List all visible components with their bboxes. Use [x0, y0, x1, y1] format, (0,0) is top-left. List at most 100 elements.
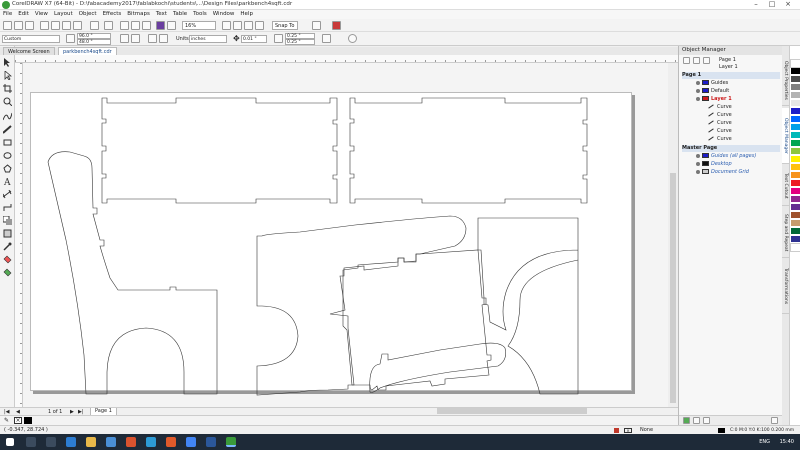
outline-color-swatch: [718, 428, 725, 433]
word-icon[interactable]: [206, 437, 216, 447]
color-palette: [789, 46, 800, 425]
layer-color-swatch: [702, 169, 709, 174]
palette-swatch[interactable]: [791, 84, 800, 91]
layer-color-swatch: [702, 153, 709, 158]
palette-swatch[interactable]: [791, 140, 800, 147]
start-button-icon[interactable]: [6, 438, 14, 446]
clock[interactable]: 15:40: [780, 434, 794, 450]
visibility-icon[interactable]: [696, 169, 700, 174]
tree-row-guides[interactable]: Guides: [682, 80, 780, 87]
palette-swatch[interactable]: [791, 188, 800, 195]
palette-swatch[interactable]: [791, 156, 800, 163]
layer-color-swatch: [702, 161, 709, 166]
palette-swatch[interactable]: [790, 59, 800, 68]
store-icon[interactable]: [106, 437, 116, 447]
eyedropper-icon[interactable]: ✎: [4, 417, 12, 424]
visibility-icon[interactable]: [696, 161, 700, 166]
palette-swatch[interactable]: [791, 92, 800, 99]
new-layer-icon[interactable]: [683, 417, 690, 424]
tab-object-properties[interactable]: Object Properties: [782, 56, 789, 106]
curve-icon: [708, 120, 714, 125]
palette-swatch[interactable]: [791, 236, 800, 243]
black-swatch[interactable]: [24, 417, 32, 424]
docker-side-tabs: Object Properties Object Manager Text Cu…: [782, 46, 789, 425]
horizontal-scroll-thumb[interactable]: [437, 408, 587, 414]
curve-icon: [708, 112, 714, 117]
search-icon[interactable]: [26, 437, 36, 447]
palette-swatch[interactable]: [791, 76, 800, 83]
document-palette-bar: ✎ ×: [0, 415, 678, 425]
palette-swatch[interactable]: [791, 172, 800, 179]
docker-options-icon[interactable]: [683, 57, 690, 64]
palette-swatch[interactable]: [790, 243, 800, 252]
curve-icon: [708, 128, 714, 133]
palette-swatch[interactable]: [791, 196, 800, 203]
palette-swatch[interactable]: [791, 108, 800, 115]
tree-row-desktop[interactable]: Desktop: [682, 161, 780, 168]
tree-row-document-grid[interactable]: Document Grid: [682, 169, 780, 176]
app-icon-blue[interactable]: [146, 437, 156, 447]
visibility-icon[interactable]: [696, 88, 700, 93]
visibility-icon[interactable]: [696, 153, 700, 158]
task-view-icon[interactable]: [46, 437, 56, 447]
tree-row-curve[interactable]: Curve: [682, 104, 780, 111]
vertical-scrollbar[interactable]: [668, 63, 678, 407]
bench-backrest-panel: [342, 249, 492, 391]
coreldraw-taskbar-icon[interactable]: [226, 437, 236, 447]
tree-row-master-page[interactable]: Master Page: [682, 145, 780, 152]
no-color-swatch[interactable]: ×: [14, 417, 22, 424]
app-icon-red[interactable]: [126, 437, 136, 447]
object-manager-docker: Object Manager Page 1 Layer 1 Page 1 Guid…: [678, 46, 783, 425]
palette-swatch[interactable]: [791, 228, 800, 235]
tree-row-curve[interactable]: Curve: [682, 120, 780, 127]
palette-swatch[interactable]: [791, 220, 800, 227]
palette-swatch[interactable]: [791, 68, 800, 75]
tree-row-curve[interactable]: Curve: [682, 136, 780, 143]
palette-swatch[interactable]: [791, 116, 800, 123]
palette-swatch[interactable]: [791, 132, 800, 139]
firefox-icon[interactable]: [166, 437, 176, 447]
layer-color-swatch: [702, 88, 709, 93]
tree-row-curve[interactable]: Curve: [682, 128, 780, 135]
palette-swatch[interactable]: [791, 204, 800, 211]
tab-text-cutout[interactable]: Text Cutout: [782, 166, 789, 206]
fill-indicator-icon: [614, 428, 619, 433]
edge-browser-icon[interactable]: [66, 437, 76, 447]
status-bar: ( -0.347, 28.724 ) × None C:0 M:0 Y:0 K:…: [0, 425, 800, 434]
edit-across-layers-icon[interactable]: [703, 57, 710, 64]
palette-swatch[interactable]: [791, 212, 800, 219]
delete-icon[interactable]: [771, 417, 778, 424]
docker-footer: [679, 415, 783, 425]
bench-side-leg-right: [477, 217, 579, 395]
visibility-icon[interactable]: [696, 96, 700, 101]
windows-taskbar: ENG 15:40: [0, 434, 800, 450]
curve-icon: [708, 104, 714, 109]
palette-swatch[interactable]: [791, 124, 800, 131]
file-explorer-icon[interactable]: [86, 437, 96, 447]
tab-transformations[interactable]: Transformations: [782, 260, 789, 314]
no-fill-icon[interactable]: ×: [624, 428, 632, 433]
docker-title: Object Manager: [679, 46, 783, 55]
tab-object-manager[interactable]: Object Manager: [782, 108, 789, 164]
tab-step-and-repeat[interactable]: Step and Repeat: [782, 208, 789, 258]
bench-frame-middle: [256, 215, 467, 396]
tree-row-default[interactable]: Default: [682, 88, 780, 95]
chrome-icon[interactable]: [186, 437, 196, 447]
docker-page-label: Page 1 Layer 1: [719, 57, 738, 70]
visibility-icon[interactable]: [696, 80, 700, 85]
language-indicator[interactable]: ENG: [759, 434, 770, 450]
palette-swatch[interactable]: [791, 100, 800, 107]
layer-manager-view-icon[interactable]: [693, 57, 700, 64]
new-master-layer-all-icon[interactable]: [703, 417, 710, 424]
palette-swatch[interactable]: [791, 148, 800, 155]
palette-swatch[interactable]: [791, 164, 800, 171]
tree-row-page-1[interactable]: Page 1: [682, 72, 780, 79]
tree-row-curve[interactable]: Curve: [682, 112, 780, 119]
palette-swatch[interactable]: [791, 180, 800, 187]
vertical-scroll-thumb[interactable]: [670, 173, 676, 403]
bench-seat-panel-right: [349, 97, 588, 204]
layer-color-swatch: [702, 96, 709, 101]
tree-row-layer-1[interactable]: Layer 1: [682, 96, 780, 103]
new-master-layer-icon[interactable]: [693, 417, 700, 424]
tree-row-guides-all-pages[interactable]: Guides (all pages): [682, 153, 780, 160]
